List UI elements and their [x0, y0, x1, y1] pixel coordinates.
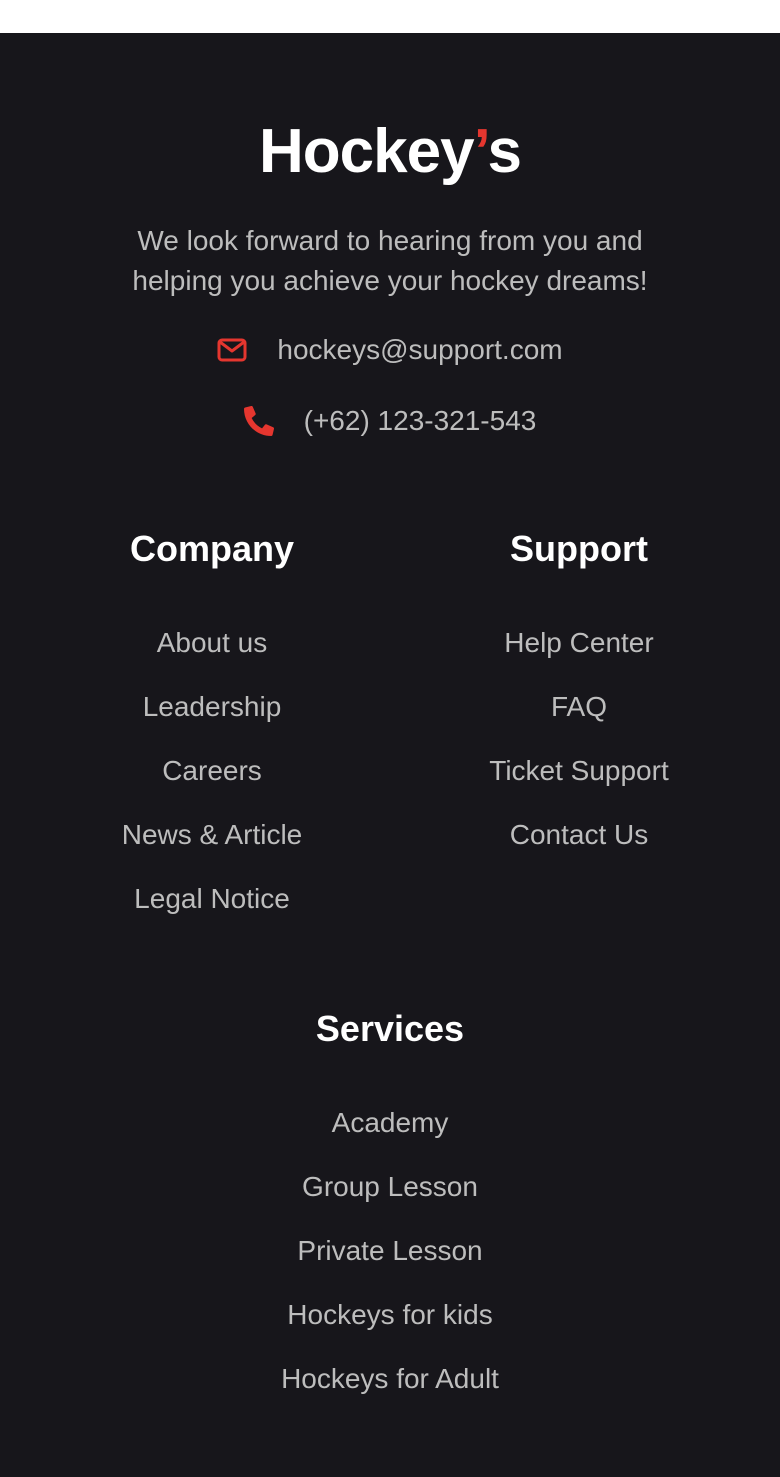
contact-phone[interactable]: (+62) 123-321-543: [0, 401, 780, 441]
link-group-lesson[interactable]: Group Lesson: [240, 1171, 540, 1203]
link-private-lesson[interactable]: Private Lesson: [240, 1235, 540, 1267]
contact-email[interactable]: hockeys@support.com: [0, 330, 780, 370]
support-heading: Support: [510, 528, 648, 569]
link-hockeys-for-kids[interactable]: Hockeys for kids: [240, 1299, 540, 1331]
company-links: About us Leadership Careers News & Artic…: [62, 627, 362, 915]
company-column: Company About us Leadership Careers News…: [62, 529, 362, 947]
link-help-center[interactable]: Help Center: [429, 627, 729, 659]
link-ticket-support[interactable]: Ticket Support: [429, 755, 729, 787]
link-about-us[interactable]: About us: [62, 627, 362, 659]
link-legal-notice[interactable]: Legal Notice: [62, 883, 362, 915]
brand-apostrophe: ’: [473, 117, 489, 186]
services-column: Services Academy Group Lesson Private Le…: [240, 1009, 540, 1427]
footer-tagline: We look forward to hearing from you and …: [132, 225, 648, 296]
brand-name: Hockey: [259, 117, 475, 186]
brand-logo[interactable]: Hockey’s: [0, 119, 780, 185]
link-academy[interactable]: Academy: [240, 1107, 540, 1139]
link-leadership[interactable]: Leadership: [62, 691, 362, 723]
brand-suffix: s: [487, 117, 522, 186]
phone-icon: [243, 406, 274, 436]
link-hockeys-for-adult[interactable]: Hockeys for Adult: [240, 1363, 540, 1395]
phone-text[interactable]: (+62) 123-321-543: [304, 405, 537, 437]
top-strip: [0, 0, 780, 33]
support-column: Support Help Center FAQ Ticket Support C…: [429, 529, 729, 883]
email-text[interactable]: hockeys@support.com: [277, 334, 562, 366]
support-links: Help Center FAQ Ticket Support Contact U…: [429, 627, 729, 851]
company-heading: Company: [129, 528, 295, 569]
link-careers[interactable]: Careers: [62, 755, 362, 787]
services-heading: Services: [315, 1008, 465, 1049]
link-news-article[interactable]: News & Article: [62, 819, 362, 851]
link-contact-us[interactable]: Contact Us: [429, 819, 729, 851]
link-faq[interactable]: FAQ: [429, 691, 729, 723]
envelope-icon: [217, 338, 247, 362]
site-footer: Hockey’s We look forward to hearing from…: [0, 33, 780, 1477]
services-links: Academy Group Lesson Private Lesson Hock…: [240, 1107, 540, 1395]
